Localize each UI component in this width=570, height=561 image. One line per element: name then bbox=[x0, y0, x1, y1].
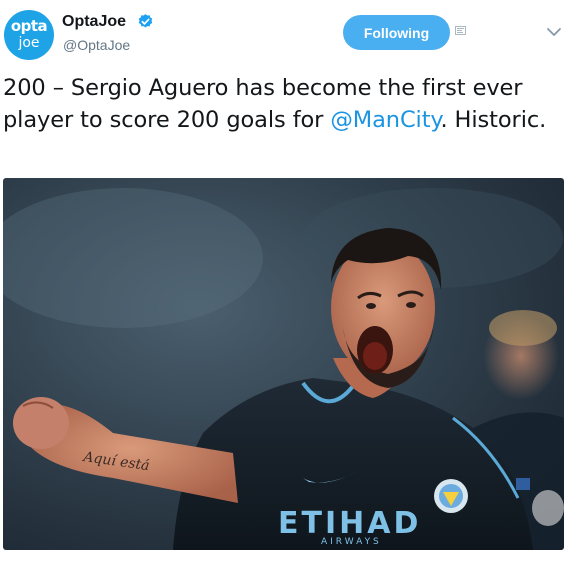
chevron-down-icon[interactable] bbox=[546, 26, 562, 38]
tweet-photo[interactable]: ETIHAD AIRWAYS Aquí está bbox=[3, 178, 564, 550]
celebration-photo: ETIHAD AIRWAYS Aquí está bbox=[3, 178, 564, 550]
uefa-badge-icon bbox=[516, 478, 530, 490]
tweet-header: opta joe OptaJoe @OptaJoe Following bbox=[0, 0, 570, 62]
display-name[interactable]: OptaJoe bbox=[62, 13, 126, 31]
tweet-text: 200 – Sergio Aguero has become the first… bbox=[3, 72, 563, 136]
username[interactable]: @OptaJoe bbox=[63, 37, 130, 53]
translate-icon[interactable] bbox=[455, 26, 466, 35]
svg-text:AIRWAYS: AIRWAYS bbox=[321, 537, 382, 547]
mention-link[interactable]: @ManCity bbox=[330, 107, 440, 133]
avatar-line-opta: opta bbox=[10, 17, 48, 35]
shirt-sponsor-logo: ETIHAD bbox=[278, 506, 421, 541]
club-crest-icon bbox=[434, 479, 468, 513]
avatar-line-joe: joe bbox=[18, 35, 40, 51]
verified-badge-icon bbox=[138, 14, 153, 28]
following-button[interactable]: Following bbox=[343, 15, 450, 50]
avatar[interactable]: opta joe bbox=[4, 10, 54, 60]
tweet-text-tail: . Historic. bbox=[440, 107, 547, 133]
